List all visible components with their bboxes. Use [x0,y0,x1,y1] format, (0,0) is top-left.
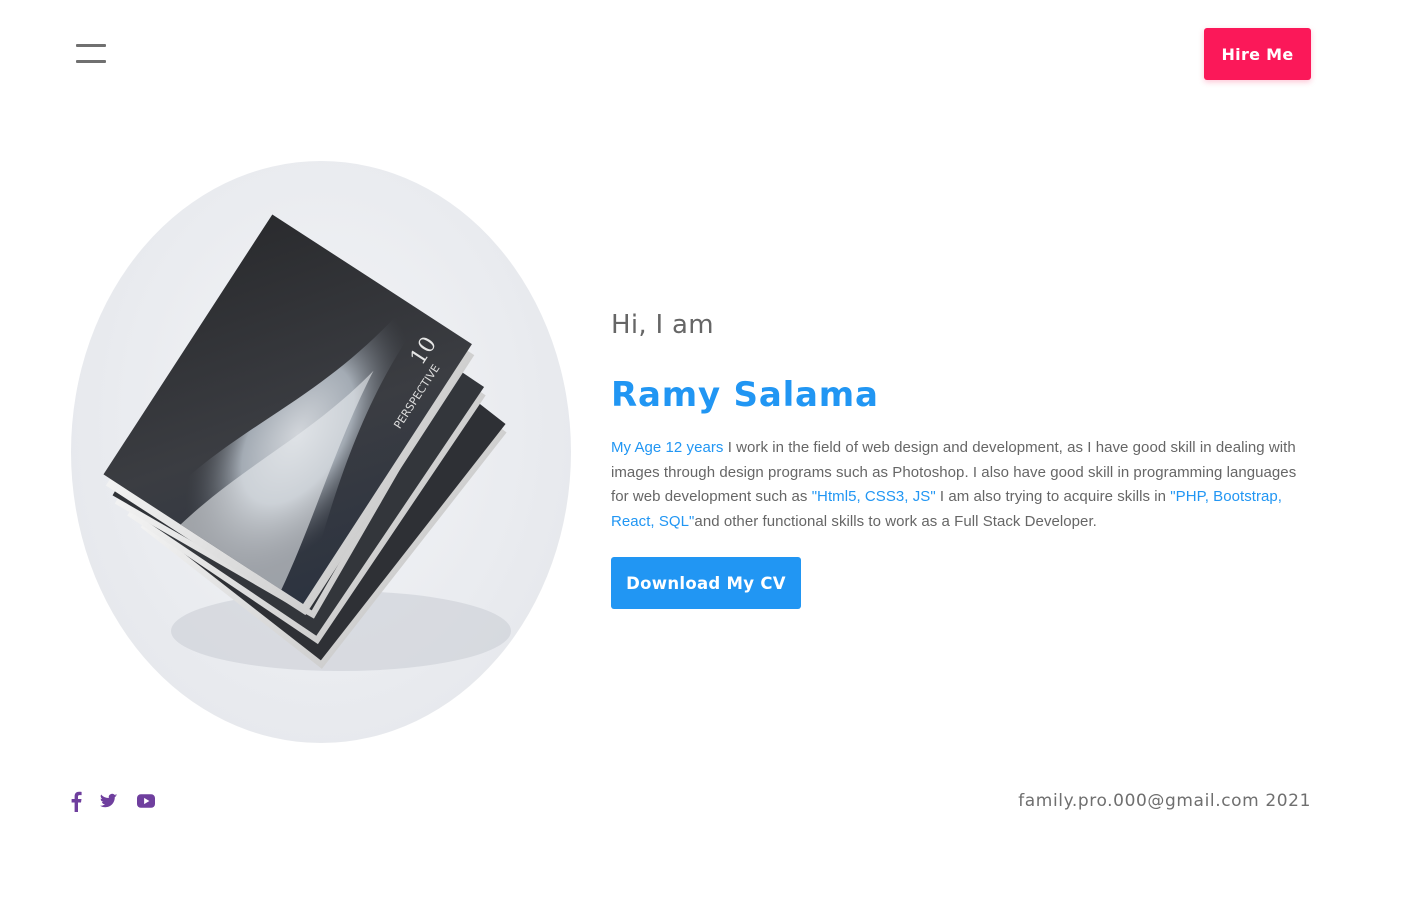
contact-email-copyright: family.pro.000@gmail.com 2021 [1018,791,1311,811]
download-cv-button[interactable]: Download My CV [611,557,801,609]
twitter-icon[interactable] [100,792,118,810]
hamburger-menu-icon[interactable] [76,44,106,64]
person-name: Ramy Salama [611,375,879,415]
bio-text: I am also trying to acquire skills in [935,488,1171,505]
menu-line [76,44,106,47]
facebook-icon[interactable] [70,790,82,812]
hero-image: 10 PERSPECTIVE [71,161,571,743]
menu-line [76,60,106,63]
greeting-text: Hi, I am [611,310,714,340]
hire-me-button[interactable]: Hire Me [1204,28,1311,80]
books-illustration: 10 PERSPECTIVE [103,214,511,671]
bio-frontend-skills-highlight: "Html5, CSS3, JS" [811,488,936,505]
bio-paragraph: My Age 12 years I work in the field of w… [611,436,1316,534]
bio-age-highlight: My Age 12 years [611,439,724,456]
page: Hire Me 10 PERSPECTIVE Hi, I am Ramy Sal… [0,0,1411,900]
youtube-icon[interactable] [137,793,155,809]
bio-text: and other functional skills to work as a… [694,512,1097,530]
